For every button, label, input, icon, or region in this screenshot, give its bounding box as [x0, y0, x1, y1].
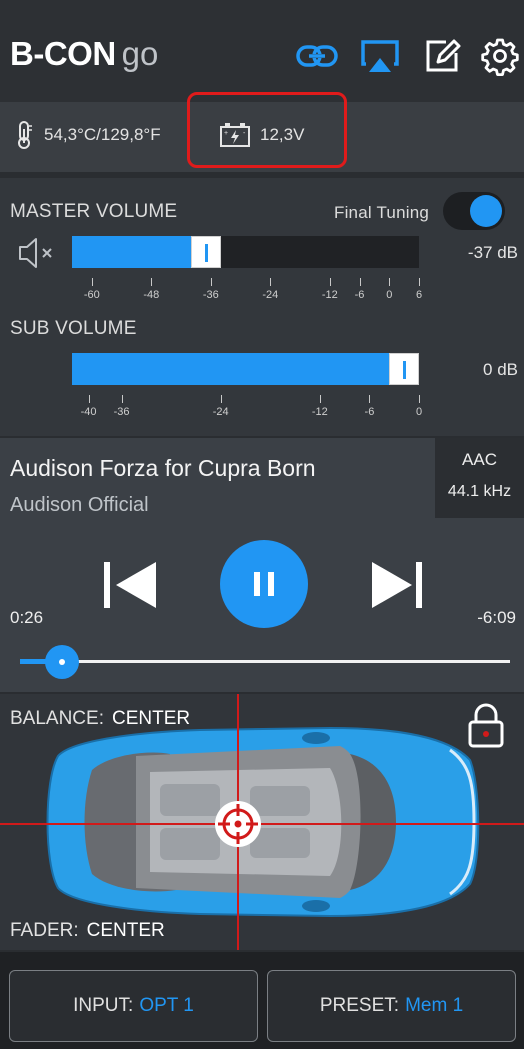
car-balance-map[interactable]: [0, 694, 524, 950]
scale-tick-label: -6: [354, 289, 365, 301]
input-label: INPUT:: [73, 995, 134, 1016]
scale-tick-label: -12: [321, 289, 338, 301]
input-value: OPT 1: [139, 995, 194, 1016]
codec-label: AAC: [462, 450, 497, 469]
brand-suffix: go: [121, 35, 159, 72]
seek-thumb[interactable]: [44, 645, 79, 679]
gear-icon[interactable]: [480, 36, 520, 76]
scale-tick-label: -36: [113, 406, 130, 418]
elapsed-time: 0:26: [10, 608, 44, 627]
scale-tick: [91, 278, 93, 286]
fader-value: CENTER: [86, 920, 165, 941]
master-volume-fill: [72, 236, 206, 268]
airplay-icon[interactable]: [360, 36, 400, 76]
scale-tick: [88, 395, 90, 403]
scale-tick-label: 0: [386, 289, 393, 301]
scale-tick-label: -60: [83, 289, 100, 301]
scale-tick-label: 0: [415, 406, 423, 418]
fader-label: FADER: CENTER: [10, 920, 165, 942]
toggle-knob: [470, 195, 502, 227]
final-tuning-toggle[interactable]: [443, 192, 505, 230]
scale-tick-label: -12: [311, 406, 328, 418]
track-title: Audison Forza for Cupra Born: [10, 455, 316, 481]
sub-volume-slider[interactable]: [72, 353, 419, 385]
scale-tick-label: -36: [202, 289, 219, 301]
seek-bar[interactable]: [30, 660, 510, 663]
scale-tick-label: -6: [364, 406, 375, 418]
link-icon[interactable]: [296, 36, 338, 76]
balance-label-text: BALANCE:: [10, 708, 104, 729]
scale-tick: [419, 395, 420, 403]
scale-tick-label: 6: [415, 289, 423, 301]
previous-track-button[interactable]: [104, 562, 158, 608]
scale-tick-label: -24: [262, 289, 279, 301]
sub-volume-label: SUB VOLUME: [10, 318, 137, 339]
crosshair-target-icon[interactable]: [215, 801, 261, 847]
balance-label: BALANCE: CENTER: [10, 708, 190, 730]
next-track-button[interactable]: [370, 562, 424, 608]
balance-value: CENTER: [111, 708, 191, 729]
sub-volume-thumb[interactable]: [389, 353, 419, 385]
temperature-readout: 54,3°C/129,8°F: [44, 125, 161, 144]
scale-tick: [319, 395, 321, 403]
scale-tick: [419, 278, 420, 286]
scale-tick: [389, 278, 391, 286]
scale-tick: [329, 278, 331, 286]
remaining-time: -6:09: [477, 608, 516, 627]
scale-tick-label: -24: [212, 406, 229, 418]
preset-select-button[interactable]: PRESET: Mem 1: [267, 970, 516, 1042]
preset-label: PRESET:: [319, 995, 400, 1016]
sub-volume-value: 0 dB: [483, 360, 518, 379]
master-volume-thumb[interactable]: [190, 236, 221, 268]
master-volume-slider[interactable]: [72, 236, 419, 268]
pause-icon: [254, 572, 274, 596]
sub-volume-scale: -40 -36 -24 -12 -6 0: [0, 395, 524, 425]
app-logo: B-CON go: [10, 34, 158, 74]
pause-button[interactable]: [220, 540, 308, 628]
final-tuning-label: Final Tuning: [334, 203, 430, 222]
scale-tick: [151, 278, 153, 286]
scale-tick: [270, 278, 272, 286]
master-volume-value: -37 dB: [467, 243, 518, 262]
fader-label-text: FADER:: [10, 920, 79, 941]
master-volume-label: MASTER VOLUME: [10, 201, 178, 222]
edit-icon[interactable]: [422, 36, 462, 76]
lock-icon[interactable]: [466, 702, 506, 748]
thermometer-icon: [14, 120, 34, 150]
mute-icon[interactable]: [17, 236, 59, 270]
scale-tick-label: -40: [80, 406, 97, 418]
brand-name: B-CON: [10, 35, 116, 72]
input-select-button[interactable]: INPUT: OPT 1: [9, 970, 258, 1042]
voltage-highlight-box: [187, 92, 347, 168]
scale-tick: [210, 278, 212, 286]
track-artist: Audison Official: [10, 494, 149, 516]
scale-tick: [369, 395, 371, 403]
preset-value: Mem 1: [405, 995, 464, 1016]
scale-tick-label: -48: [143, 289, 160, 301]
sample-rate-label: 44.1 kHz: [447, 483, 512, 500]
scale-tick: [220, 395, 222, 403]
scale-tick: [121, 395, 123, 403]
master-volume-scale: -60 -48 -36 -24 -12 -6 0 6: [0, 278, 524, 308]
car-top-view: [46, 726, 480, 918]
sub-volume-fill: [72, 353, 419, 385]
scale-tick: [359, 278, 361, 286]
